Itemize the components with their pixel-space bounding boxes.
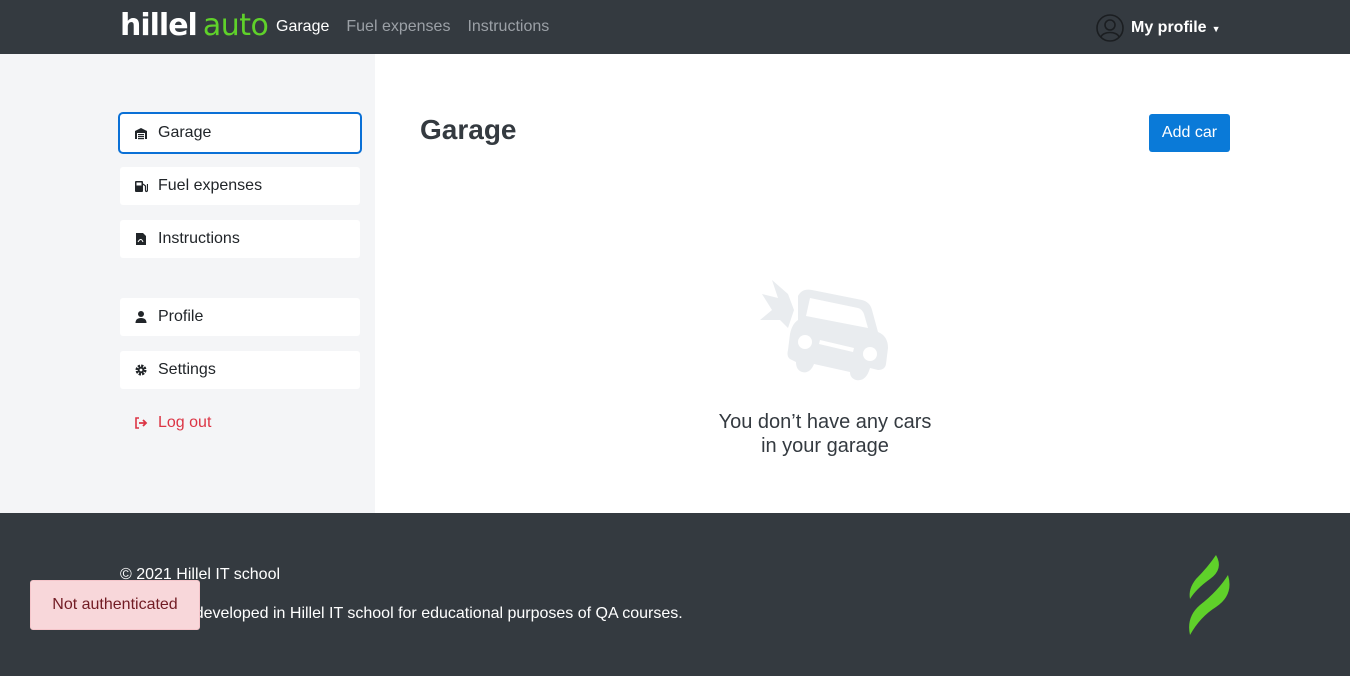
nav-garage[interactable]: Garage — [276, 17, 329, 37]
my-profile-dropdown[interactable]: My profile ▼ — [1096, 14, 1220, 42]
empty-message-line-1: You don’t have any cars — [718, 411, 932, 433]
main-nav: Garage Fuel expenses Instructions — [276, 17, 566, 37]
sidebar-item-label: Garage — [158, 124, 212, 141]
sidebar-item-log-out[interactable]: Log out — [120, 404, 360, 442]
hillel-flame-logo-icon — [1186, 555, 1232, 635]
hillel-auto-logo[interactable]: hillel auto — [120, 8, 269, 44]
page-title: Garage — [420, 114, 517, 145]
gear-icon — [134, 363, 148, 377]
nav-instructions[interactable]: Instructions — [467, 17, 549, 37]
footer: © 2021 Hillel IT school Hillel auto deve… — [0, 513, 1350, 676]
top-navbar: hillel auto Garage Fuel expenses Instruc… — [0, 0, 1350, 54]
logo-hillel-text: hillel — [120, 8, 198, 43]
empty-garage-message: You don’t have any cars in your garage — [675, 410, 975, 458]
logout-icon — [134, 416, 148, 430]
sidebar-item-settings[interactable]: Settings — [120, 351, 360, 389]
toast-message: Not authenticated — [52, 596, 178, 613]
fuel-pump-icon — [134, 179, 149, 193]
sidebar-item-label: Settings — [158, 361, 216, 378]
logo-auto-text: auto — [202, 8, 269, 43]
user-circle-icon — [1096, 14, 1124, 42]
nav-fuel-expenses[interactable]: Fuel expenses — [346, 17, 450, 37]
sidebar-item-label: Fuel expenses — [158, 177, 263, 194]
not-authenticated-toast: Not authenticated — [30, 580, 200, 630]
user-icon — [134, 310, 148, 324]
sidebar-item-profile[interactable]: Profile — [120, 298, 360, 336]
caret-down-icon: ▼ — [1211, 24, 1221, 34]
pdf-file-icon — [134, 232, 148, 246]
car-crash-icon — [758, 276, 892, 386]
footer-description: Hillel auto developed in Hillel IT schoo… — [120, 605, 683, 622]
sidebar-item-label: Log out — [158, 414, 212, 431]
sidebar-item-instructions[interactable]: Instructions — [120, 220, 360, 258]
my-profile-label: My profile — [1131, 19, 1207, 36]
garage-icon — [134, 126, 148, 140]
sidebar: Garage Fuel expenses Instructions Profil… — [0, 54, 375, 513]
empty-message-line-2: in your garage — [761, 435, 889, 457]
sidebar-item-label: Profile — [158, 308, 204, 325]
sidebar-item-garage[interactable]: Garage — [118, 112, 362, 154]
sidebar-item-label: Instructions — [158, 230, 240, 247]
add-car-button[interactable]: Add car — [1149, 114, 1230, 152]
sidebar-item-fuel-expenses[interactable]: Fuel expenses — [120, 167, 360, 205]
